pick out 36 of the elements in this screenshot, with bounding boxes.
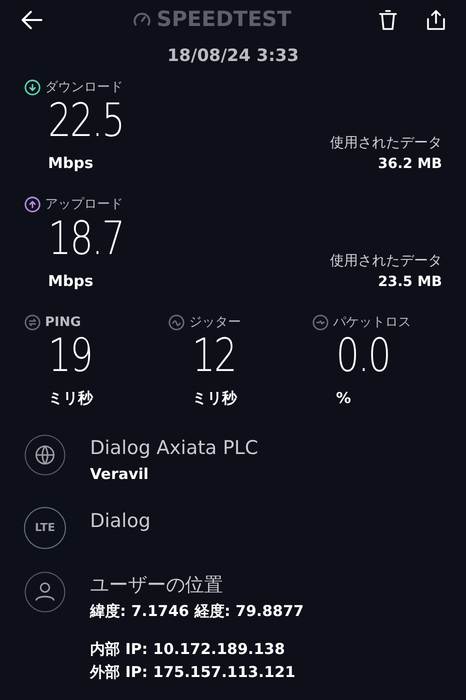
metric-label: パケットロス (333, 314, 411, 332)
globe-icon (24, 434, 66, 476)
info-text: 緯度: 7.1746 経度: 79.8877 (90, 600, 304, 622)
info-title: ユーザーの位置 (90, 573, 224, 598)
metric-label: ジッター (189, 314, 241, 332)
metric-value: 0.0 (336, 332, 390, 378)
data-used-value: 36.2 MB (376, 155, 442, 174)
speed-value: 22.5 (48, 97, 124, 143)
trash-icon[interactable] (376, 8, 400, 32)
metric-label: アップロード (45, 196, 123, 214)
data-used-value: 23.5 MB (376, 272, 442, 292)
metric-label: PING (45, 314, 81, 332)
data-used-label: 使用されたデータ (330, 252, 442, 270)
app-logo: SPEEDTEST (156, 6, 292, 34)
unit-label: Mbps (48, 154, 94, 172)
info-title: Dialog (90, 509, 151, 534)
ip-address: 内部 IP: 10.172.189.138 (90, 639, 286, 660)
speed-value: 18.7 (48, 214, 124, 260)
unit-label: ミリ秒 (192, 389, 237, 407)
lte-badge: LTE (24, 507, 66, 549)
ping-icon (24, 314, 41, 331)
metric-label: ダウンロード (45, 78, 123, 96)
user-icon (24, 571, 66, 613)
metric-value: 19 (48, 332, 92, 378)
test-date: 18/08/24 3:33 (166, 45, 300, 68)
data-used-label: 使用されたデータ (330, 134, 442, 153)
info-text: Veravil (90, 464, 150, 484)
metric-value: 12 (192, 332, 236, 378)
jitter-icon (168, 314, 185, 331)
info-title: Dialog Axiata PLC (90, 436, 258, 461)
share-icon[interactable] (424, 8, 448, 32)
packet-loss-icon (312, 314, 329, 331)
unit-label: % (336, 389, 352, 407)
unit-label: ミリ秒 (48, 389, 93, 407)
ip-address: 外部 IP: 175.157.113.121 (90, 662, 296, 682)
unit-label: Mbps (48, 272, 94, 290)
